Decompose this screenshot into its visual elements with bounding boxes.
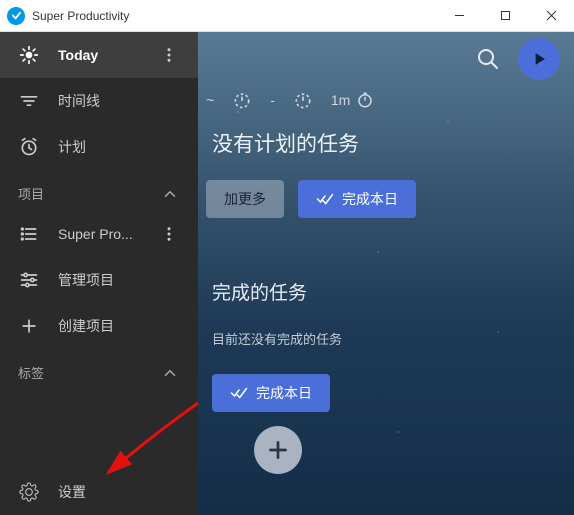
finish-today-button-2[interactable]: 完成本日 [212, 374, 330, 412]
sidebar: Today 时间线 计划 项目 S [0, 32, 198, 515]
app-icon [7, 7, 25, 25]
window-close-button[interactable] [528, 0, 574, 32]
timer-icon [232, 90, 252, 110]
finish-today-button[interactable]: 完成本日 [298, 180, 416, 218]
add-task-fab[interactable] [254, 426, 302, 474]
sidebar-label-manage: 管理项目 [58, 270, 180, 290]
more-icon[interactable] [158, 46, 180, 64]
sidebar-item-plan[interactable]: 计划 [0, 124, 198, 170]
project-label: Super Pro... [58, 226, 158, 242]
list-icon [18, 223, 40, 245]
sidebar-label-plan: 计划 [58, 137, 180, 157]
stat-dash2: - [270, 92, 275, 108]
sidebar-item-settings[interactable]: 设置 [0, 469, 198, 515]
gear-icon [18, 481, 40, 503]
finish-today-label-2: 完成本日 [256, 383, 312, 403]
window-title: Super Productivity [32, 9, 436, 23]
search-button[interactable] [474, 45, 502, 73]
main-content: ~ - 1m 没有计划的任务 加更多 [198, 32, 574, 515]
sidebar-item-timeline[interactable]: 时间线 [0, 78, 198, 124]
sidebar-project-item[interactable]: Super Pro... [0, 211, 198, 257]
sun-icon [18, 44, 40, 66]
done-empty-text: 目前还没有完成的任务 [212, 329, 574, 348]
chevron-up-icon [160, 364, 180, 382]
alarm-icon [18, 136, 40, 158]
add-more-label: 加更多 [224, 189, 266, 209]
sidebar-item-today[interactable]: Today [0, 32, 198, 78]
sidebar-label-create: 创建项目 [58, 316, 180, 336]
sidebar-section-tags[interactable]: 标签 [0, 349, 198, 390]
sidebar-label-today: Today [58, 47, 158, 63]
add-more-button[interactable]: 加更多 [206, 180, 284, 218]
tune-icon [18, 269, 40, 291]
window-minimize-button[interactable] [436, 0, 482, 32]
plus-icon [265, 437, 291, 463]
double-check-icon [316, 190, 334, 208]
window-titlebar: Super Productivity [0, 0, 574, 32]
sidebar-item-manage-projects[interactable]: 管理项目 [0, 257, 198, 303]
section-label-tags: 标签 [18, 363, 160, 382]
stat-dash: ~ [206, 92, 214, 108]
plus-icon [18, 315, 40, 337]
section-label-projects: 项目 [18, 184, 160, 203]
chevron-up-icon [160, 185, 180, 203]
filter-icon [18, 90, 40, 112]
sidebar-label-timeline: 时间线 [58, 91, 180, 111]
sidebar-label-settings: 设置 [58, 482, 180, 502]
more-icon[interactable] [158, 225, 180, 243]
finish-today-label: 完成本日 [342, 189, 398, 209]
play-button[interactable] [518, 38, 560, 80]
stat-duration: 1m [331, 91, 374, 109]
sidebar-item-create-project[interactable]: 创建项目 [0, 303, 198, 349]
duration-value: 1m [331, 92, 350, 108]
topbar [198, 32, 574, 86]
no-plan-heading: 没有计划的任务 [198, 126, 574, 180]
sidebar-section-projects[interactable]: 项目 [0, 170, 198, 211]
done-heading: 完成的任务 [212, 278, 574, 305]
stats-row: ~ - 1m [198, 86, 574, 126]
timer-icon [293, 90, 313, 110]
window-maximize-button[interactable] [482, 0, 528, 32]
double-check-icon [230, 384, 248, 402]
